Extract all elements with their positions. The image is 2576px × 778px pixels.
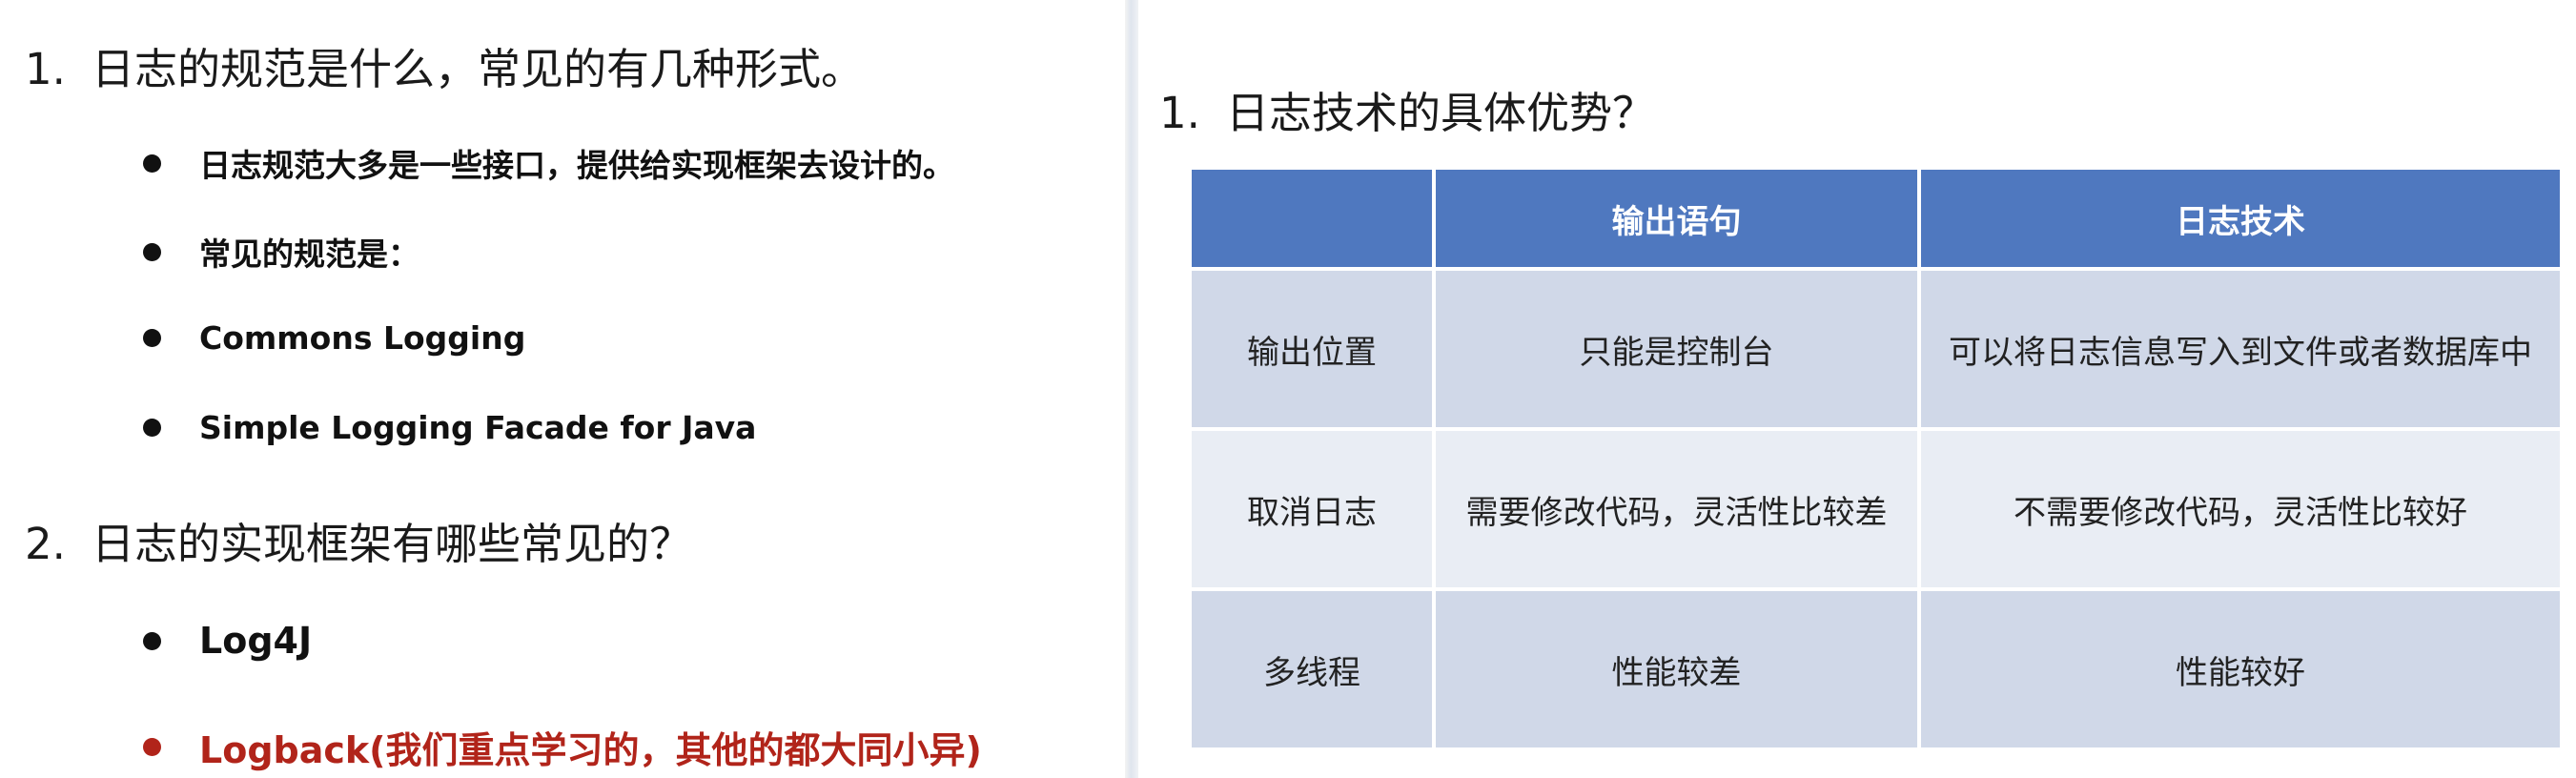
bullet-text: Logback(我们重点学习的，其他的都大同小异) xyxy=(199,729,982,771)
bullet-item-highlighted: Logback(我们重点学习的，其他的都大同小异) xyxy=(143,721,982,773)
bullet-text: Log4J xyxy=(199,620,313,662)
bullet-item: Simple Logging Facade for Java xyxy=(143,409,756,446)
table-cell: 多线程 xyxy=(1192,591,1432,747)
bullet-text: Simple Logging Facade for Java xyxy=(199,409,757,446)
bullet-dot-icon xyxy=(143,419,161,437)
table-cell: 性能较好 xyxy=(1921,591,2560,747)
left-slide: 1. 日志的规范是什么，常见的有几种形式。 日志规范大多是一些接口，提供给实现框架… xyxy=(0,0,1125,778)
table-header-cell xyxy=(1192,170,1432,267)
pane-divider xyxy=(1125,0,1138,778)
bullet-item: Log4J xyxy=(143,620,312,662)
table-row: 输出位置 只能是控制台 可以将日志信息写入到文件或者数据库中 xyxy=(1192,271,2560,427)
question-text: 日志的规范是什么，常见的有几种形式。 xyxy=(92,44,865,94)
table-row: 取消日志 需要修改代码，灵活性比较差 不需要修改代码，灵活性比较好 xyxy=(1192,431,2560,587)
table-header-cell: 日志技术 xyxy=(1921,170,2560,267)
bullet-dot-icon xyxy=(143,154,161,173)
table-cell: 不需要修改代码，灵活性比较好 xyxy=(1921,431,2560,587)
bullet-text: 日志规范大多是一些接口，提供给实现框架去设计的。 xyxy=(199,147,954,184)
bullet-item: 日志规范大多是一些接口，提供给实现框架去设计的。 xyxy=(143,140,954,186)
question-2-heading: 2. 日志的实现框架有哪些常见的？ xyxy=(25,509,692,571)
question-text: 日志的实现框架有哪些常见的？ xyxy=(92,519,693,569)
table-cell: 需要修改代码，灵活性比较差 xyxy=(1436,431,1917,587)
table-row: 多线程 性能较差 性能较好 xyxy=(1192,591,2560,747)
question-number: 1. xyxy=(1159,88,1200,138)
advantages-heading: 1. 日志技术的具体优势？ xyxy=(1159,78,1655,140)
question-1-heading: 1. 日志的规范是什么，常见的有几种形式。 xyxy=(25,34,864,96)
bullet-text: 常见的规范是： xyxy=(199,235,419,273)
bullet-text: Commons Logging xyxy=(199,319,526,357)
question-number: 1. xyxy=(25,44,66,94)
bullet-dot-icon xyxy=(143,242,161,261)
table-header-row: 输出语句 日志技术 xyxy=(1192,170,2560,267)
table-cell: 可以将日志信息写入到文件或者数据库中 xyxy=(1921,271,2560,427)
comparison-table: 输出语句 日志技术 输出位置 只能是控制台 可以将日志信息写入到文件或者数据库中… xyxy=(1188,166,2564,751)
table-cell: 只能是控制台 xyxy=(1436,271,1917,427)
bullet-item: Commons Logging xyxy=(143,319,525,357)
bullet-dot-icon xyxy=(143,631,161,650)
table-cell: 输出位置 xyxy=(1192,271,1432,427)
table-header-cell: 输出语句 xyxy=(1436,170,1917,267)
table-cell: 取消日志 xyxy=(1192,431,1432,587)
question-text: 日志技术的具体优势？ xyxy=(1226,88,1656,138)
question-number: 2. xyxy=(25,519,66,569)
bullet-dot-icon xyxy=(143,329,161,347)
bullet-item: 常见的规范是： xyxy=(143,229,419,275)
table-cell: 性能较差 xyxy=(1436,591,1917,747)
bullet-dot-icon xyxy=(143,738,161,756)
